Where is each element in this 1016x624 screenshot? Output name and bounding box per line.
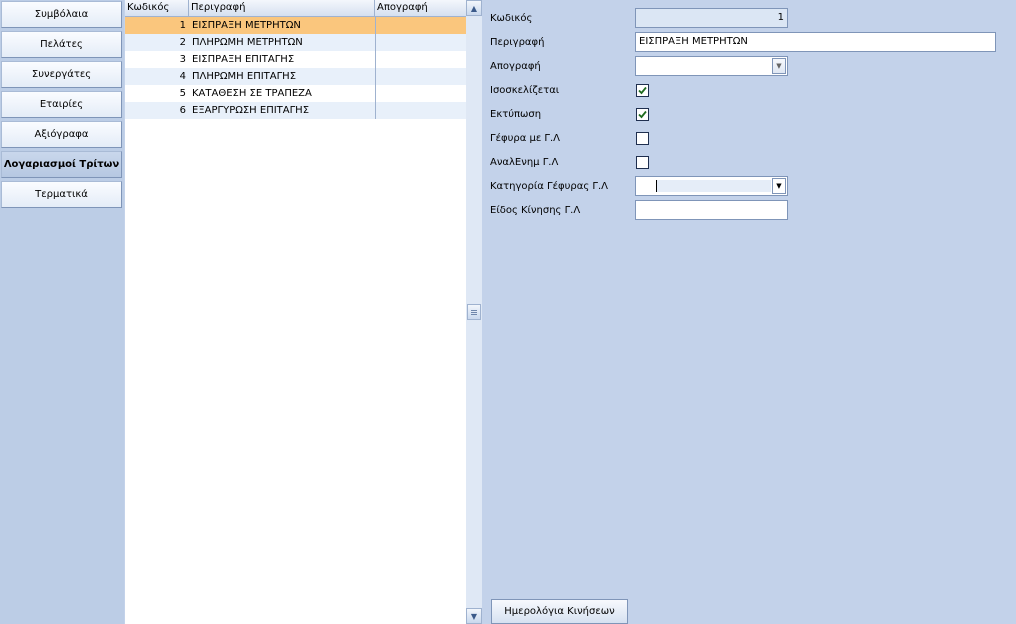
- nav-button-third-party-accounts[interactable]: Λογαριασμοί Τρίτων: [1, 151, 122, 178]
- bridge-category-label: Κατηγορία Γέφυρας Γ.Λ: [490, 181, 608, 192]
- nav-button-companies[interactable]: Εταιρίες: [1, 91, 122, 118]
- cell-inventory: [375, 85, 466, 102]
- cell-code: 4: [179, 71, 186, 82]
- column-header-code[interactable]: Κωδικός: [125, 0, 189, 16]
- balanced-label: Ισοσκελίζεται: [490, 85, 560, 96]
- cell-inventory: [375, 68, 466, 85]
- table-row[interactable]: 1 ΕΙΣΠΡΑΞΗ ΜΕΤΡΗΤΩΝ: [125, 17, 466, 34]
- cell-inventory: [375, 34, 466, 51]
- chevron-down-icon: ▼: [776, 62, 782, 70]
- print-checkbox[interactable]: [636, 108, 649, 121]
- module-navigation: Συμβόλαια Πελάτες Συνεργάτες Εταιρίες Αξ…: [0, 0, 124, 624]
- scroll-down-button[interactable]: ▼: [466, 608, 482, 624]
- grip-line: [471, 312, 477, 313]
- table-row[interactable]: 2 ΠΛΗΡΩΜΗ ΜΕΤΡΗΤΩΝ: [125, 34, 466, 51]
- cell-code: 1: [179, 20, 186, 31]
- cell-inventory: [375, 17, 466, 34]
- detail-form: Κωδικός 1 Περιγραφή ΕΙΣΠΡΑΞΗ ΜΕΤΡΗΤΩΝ Απ…: [482, 0, 1016, 624]
- chevron-up-icon: ▲: [470, 3, 478, 13]
- code-field[interactable]: 1: [635, 8, 788, 28]
- text-caret: [656, 180, 657, 192]
- column-header-inventory[interactable]: Απογραφή: [375, 0, 466, 16]
- cell-code: 6: [179, 105, 186, 116]
- movement-type-label: Είδος Κίνησης Γ.Λ: [490, 205, 581, 216]
- scrollbar-thumb[interactable]: [467, 304, 481, 320]
- combo-selection-area: [656, 180, 771, 192]
- nav-button-terminals[interactable]: Τερματικά: [1, 181, 122, 208]
- chevron-down-icon: ▼: [470, 611, 478, 621]
- gl-bridge-label: Γέφυρα με Γ.Λ: [490, 133, 561, 144]
- cell-inventory: [375, 102, 466, 119]
- cell-code: 5: [179, 88, 186, 99]
- description-field[interactable]: ΕΙΣΠΡΑΞΗ ΜΕΤΡΗΤΩΝ: [635, 32, 996, 52]
- cell-code: 2: [179, 37, 186, 48]
- grip-line: [471, 314, 477, 315]
- grid-body: 1 ΕΙΣΠΡΑΞΗ ΜΕΤΡΗΤΩΝ 2 ΠΛΗΡΩΜΗ ΜΕΤΡΗΤΩΝ 3…: [125, 17, 466, 119]
- table-row[interactable]: 6 ΕΞΑΡΓΥΡΩΣΗ ΕΠΙΤΑΓΗΣ: [125, 102, 466, 119]
- movement-type-field[interactable]: [635, 200, 788, 220]
- table-row[interactable]: 3 ΕΙΣΠΡΑΞΗ ΕΠΙΤΑΓΗΣ: [125, 51, 466, 68]
- nav-button-customers[interactable]: Πελάτες: [1, 31, 122, 58]
- balanced-checkbox[interactable]: [636, 84, 649, 97]
- table-row[interactable]: 4 ΠΛΗΡΩΜΗ ΕΠΙΤΑΓΗΣ: [125, 68, 466, 85]
- cell-description: ΠΛΗΡΩΜΗ ΕΠΙΤΑΓΗΣ: [192, 71, 297, 82]
- accounts-grid: Κωδικός Περιγραφή Απογραφή 1 ΕΙΣΠΡΑΞΗ ΜΕ…: [125, 0, 466, 624]
- scroll-up-button[interactable]: ▲: [466, 0, 482, 16]
- description-label: Περιγραφή: [490, 37, 545, 48]
- cell-inventory: [375, 51, 466, 68]
- cell-description: ΚΑΤΑΘΕΣΗ ΣΕ ΤΡΑΠΕΖΑ: [192, 88, 312, 99]
- inventory-combo[interactable]: ▼: [635, 56, 788, 76]
- movement-journals-button[interactable]: Ημερολόγια Κινήσεων: [491, 599, 628, 624]
- dropdown-button[interactable]: ▼: [772, 178, 786, 194]
- cell-description: ΕΙΣΠΡΑΞΗ ΕΠΙΤΑΓΗΣ: [192, 54, 295, 65]
- cell-code: 3: [179, 54, 186, 65]
- cell-description: ΕΞΑΡΓΥΡΩΣΗ ΕΠΙΤΑΓΗΣ: [192, 105, 310, 116]
- grid-header: Κωδικός Περιγραφή Απογραφή: [125, 0, 466, 17]
- dropdown-button[interactable]: ▼: [772, 58, 786, 74]
- analytic-checkbox[interactable]: [636, 156, 649, 169]
- gl-bridge-checkbox[interactable]: [636, 132, 649, 145]
- cell-description: ΕΙΣΠΡΑΞΗ ΜΕΤΡΗΤΩΝ: [192, 20, 301, 31]
- analytic-label: ΑναλΕνημ Γ.Λ: [490, 157, 559, 168]
- chevron-down-icon: ▼: [776, 182, 782, 190]
- print-label: Εκτύπωση: [490, 109, 542, 120]
- nav-button-contracts[interactable]: Συμβόλαια: [1, 1, 122, 28]
- inventory-label: Απογραφή: [490, 61, 541, 72]
- checkmark-icon: [638, 110, 647, 119]
- grip-line: [471, 310, 477, 311]
- bridge-category-combo[interactable]: ▼: [635, 176, 788, 196]
- cell-description: ΠΛΗΡΩΜΗ ΜΕΤΡΗΤΩΝ: [192, 37, 303, 48]
- nav-button-securities[interactable]: Αξιόγραφα: [1, 121, 122, 148]
- table-row[interactable]: 5 ΚΑΤΑΘΕΣΗ ΣΕ ΤΡΑΠΕΖΑ: [125, 85, 466, 102]
- code-label: Κωδικός: [490, 13, 533, 24]
- vertical-scrollbar[interactable]: ▲ ▼: [466, 0, 482, 624]
- checkmark-icon: [638, 86, 647, 95]
- column-header-description[interactable]: Περιγραφή: [189, 0, 375, 16]
- nav-button-partners[interactable]: Συνεργάτες: [1, 61, 122, 88]
